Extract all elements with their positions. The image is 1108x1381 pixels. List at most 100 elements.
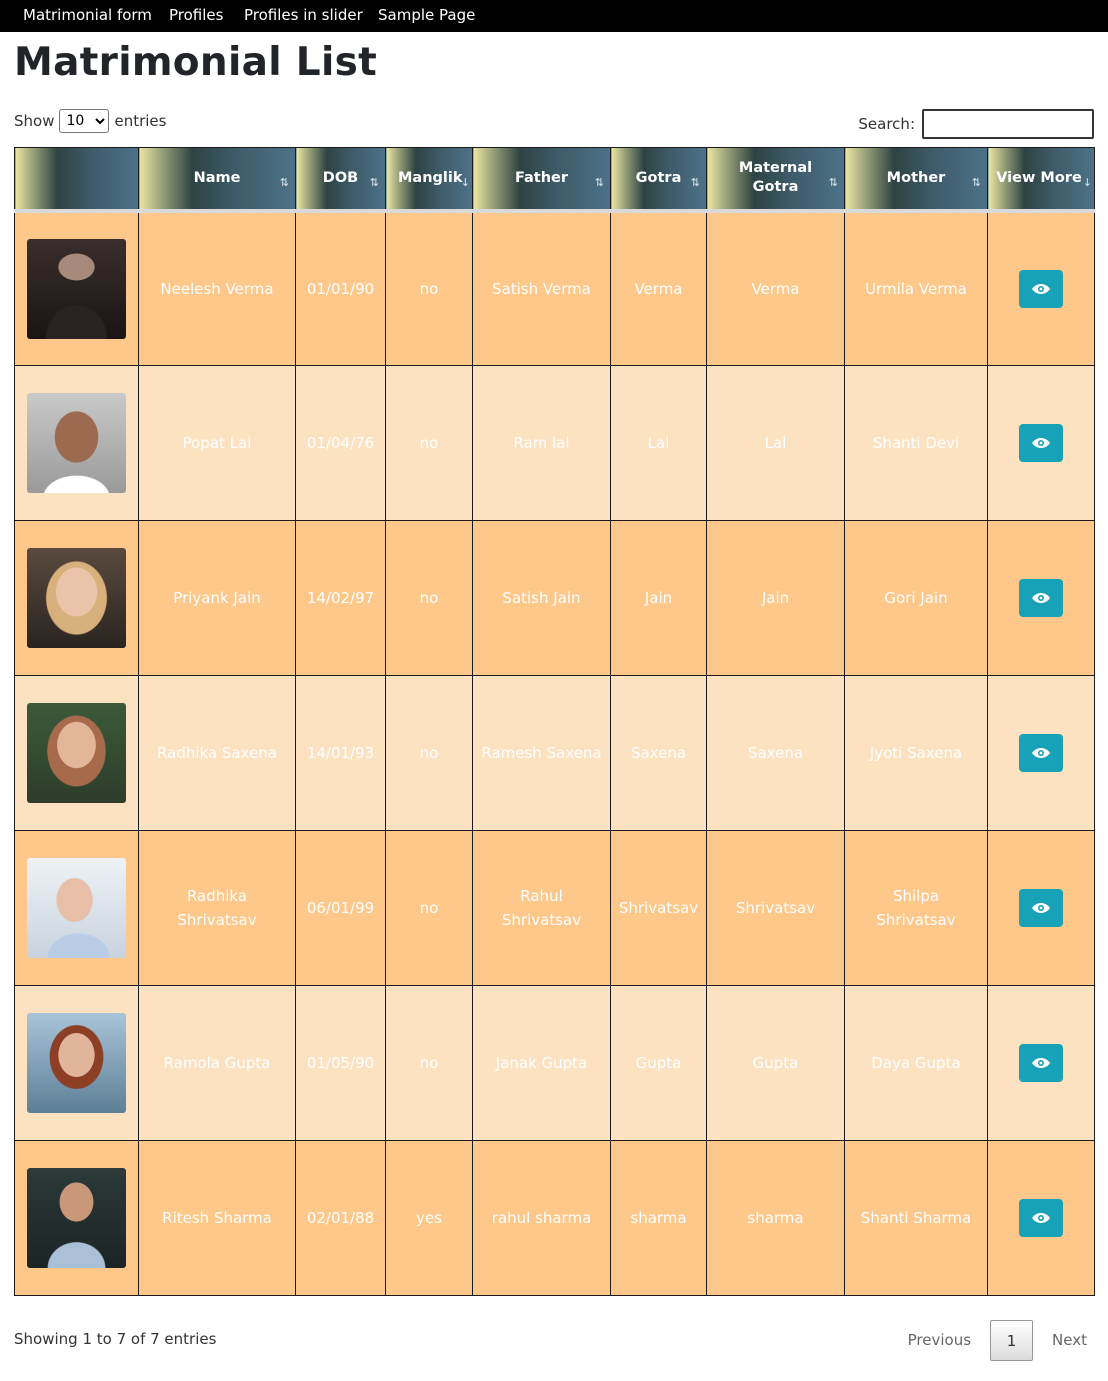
col-name-header[interactable]: Name ⇅ <box>138 147 296 211</box>
pagination: Previous 1 Next <box>889 1320 1094 1361</box>
view-more-cell <box>987 210 1095 366</box>
cell-mother: Shanti Sharma <box>844 1140 988 1296</box>
cell-father: Ramesh Saxena <box>472 675 611 831</box>
cell-name: Ritesh Sharma <box>138 1140 296 1296</box>
cell-manglik: no <box>385 830 473 986</box>
table-row: Neelesh Verma 01/01/90 no Satish Verma Verma… <box>14 210 1095 366</box>
cell-name: Ramola Gupta <box>138 985 296 1141</box>
photo-cell <box>14 210 139 366</box>
cell-dob: 14/02/97 <box>295 520 386 676</box>
next-button[interactable]: Next <box>1033 1320 1094 1361</box>
sort-arrows-icon: ⇅ <box>279 176 289 189</box>
photo-cell <box>14 1140 139 1296</box>
cell-manglik: no <box>385 210 473 366</box>
col-gotra-header[interactable]: Gotra ⇅ <box>610 147 707 211</box>
nav-link-sample-page[interactable]: Sample Page <box>378 6 475 24</box>
search-label: Search: <box>858 115 915 133</box>
cell-gotra: sharma <box>610 1140 707 1296</box>
profile-photo <box>27 548 126 648</box>
cell-gotra: Shrivatsav <box>610 830 707 986</box>
cell-name: Neelesh Verma <box>138 210 296 366</box>
view-more-button[interactable] <box>1019 1044 1063 1082</box>
cell-gotra: Gupta <box>610 985 707 1141</box>
view-more-button[interactable] <box>1019 579 1063 617</box>
cell-maternal-gotra: Verma <box>706 210 845 366</box>
col-view-more-header[interactable]: View More ↓ <box>987 147 1095 211</box>
cell-name: Radhika Saxena <box>138 675 296 831</box>
cell-mother: Urmila Verma <box>844 210 988 366</box>
profile-photo <box>27 858 126 958</box>
view-more-button[interactable] <box>1019 1199 1063 1237</box>
sort-arrows-icon: ↓ <box>1082 176 1092 189</box>
view-more-cell <box>987 830 1095 986</box>
cell-dob: 01/01/90 <box>295 210 386 366</box>
nav-link-profiles[interactable]: Profiles <box>169 6 223 24</box>
cell-dob: 06/01/99 <box>295 830 386 986</box>
profile-photo <box>27 1168 126 1268</box>
sort-arrows-icon: ⇅ <box>828 176 838 189</box>
cell-gotra: Verma <box>610 210 707 366</box>
page-button-current[interactable]: 1 <box>990 1320 1034 1361</box>
col-manglik-header[interactable]: Manglik ↓ <box>385 147 473 211</box>
page-title: Matrimonial List <box>14 40 378 85</box>
view-more-button[interactable] <box>1019 734 1063 772</box>
cell-manglik: no <box>385 520 473 676</box>
cell-dob: 01/04/76 <box>295 365 386 521</box>
cell-manglik: no <box>385 365 473 521</box>
cell-father: Rahul Shrivatsav <box>472 830 611 986</box>
cell-mother: Gori Jain <box>844 520 988 676</box>
cell-manglik: no <box>385 675 473 831</box>
col-mother-header[interactable]: Mother ⇅ <box>844 147 988 211</box>
cell-manglik: no <box>385 985 473 1141</box>
cell-maternal-gotra: Shrivatsav <box>706 830 845 986</box>
photo-cell <box>14 365 139 521</box>
show-label: Show <box>14 112 55 130</box>
cell-name: Radhika Shrivatsav <box>138 830 296 986</box>
cell-gotra: Jain <box>610 520 707 676</box>
table-row: Radhika Saxena 14/01/93 no Ramesh Saxena Sax… <box>14 675 1095 831</box>
cell-maternal-gotra: Gupta <box>706 985 845 1141</box>
col-maternal-gotra-header[interactable]: Maternal Gotra ⇅ <box>706 147 845 211</box>
cell-father: Ram lal <box>472 365 611 521</box>
cell-mother: Daya Gupta <box>844 985 988 1141</box>
profile-photo <box>27 703 126 803</box>
cell-dob: 14/01/93 <box>295 675 386 831</box>
col-dob-header[interactable]: DOB ⇅ <box>295 147 386 211</box>
entries-select[interactable]: 10 <box>59 109 110 133</box>
col-photo-header <box>14 147 139 211</box>
cell-gotra: Lal <box>610 365 707 521</box>
cell-maternal-gotra: sharma <box>706 1140 845 1296</box>
header-row: Name ⇅ DOB ⇅ Manglik ↓ Father ⇅ Gotra ⇅ Mater… <box>14 147 1095 211</box>
search-input[interactable] <box>922 109 1094 139</box>
cell-maternal-gotra: Lal <box>706 365 845 521</box>
view-more-button[interactable] <box>1019 424 1063 462</box>
profile-photo <box>27 393 126 493</box>
view-more-button[interactable] <box>1019 269 1063 308</box>
sort-arrows-icon: ⇅ <box>594 176 604 189</box>
cell-mother: Shilpa Shrivatsav <box>844 830 988 986</box>
cell-manglik: yes <box>385 1140 473 1296</box>
view-more-button[interactable] <box>1019 889 1063 927</box>
table-row: Popat Lal 01/04/76 no Ram lal Lal Lal Shanti D… <box>14 365 1095 521</box>
profile-photo <box>27 1013 126 1113</box>
table-row: Ritesh Sharma 02/01/88 yes rahul sharma shar… <box>14 1140 1095 1296</box>
profile-photo <box>27 238 126 339</box>
table-row: Radhika Shrivatsav 06/01/99 no Rahul Shriva… <box>14 830 1095 986</box>
view-more-cell <box>987 520 1095 676</box>
cell-maternal-gotra: Jain <box>706 520 845 676</box>
sort-arrows-icon: ⇅ <box>369 176 379 189</box>
cell-father: rahul sharma <box>472 1140 611 1296</box>
entries-label: entries <box>114 112 167 130</box>
cell-dob: 02/01/88 <box>295 1140 386 1296</box>
view-more-cell <box>987 365 1095 521</box>
table-row: Priyank Jain 14/02/97 no Satish Jain Jain Jai… <box>14 520 1095 676</box>
photo-cell <box>14 985 139 1141</box>
view-more-cell <box>987 985 1095 1141</box>
cell-mother: Shanti Devi <box>844 365 988 521</box>
top-nav: Matrimonial form Profiles Profiles in sl… <box>0 0 1108 32</box>
nav-link-profiles-in-slider[interactable]: Profiles in slider <box>244 6 363 24</box>
previous-button[interactable]: Previous <box>889 1320 990 1361</box>
sort-arrows-icon: ⇅ <box>971 176 981 189</box>
col-father-header[interactable]: Father ⇅ <box>472 147 611 211</box>
nav-link-matrimonial-form[interactable]: Matrimonial form <box>23 6 152 24</box>
